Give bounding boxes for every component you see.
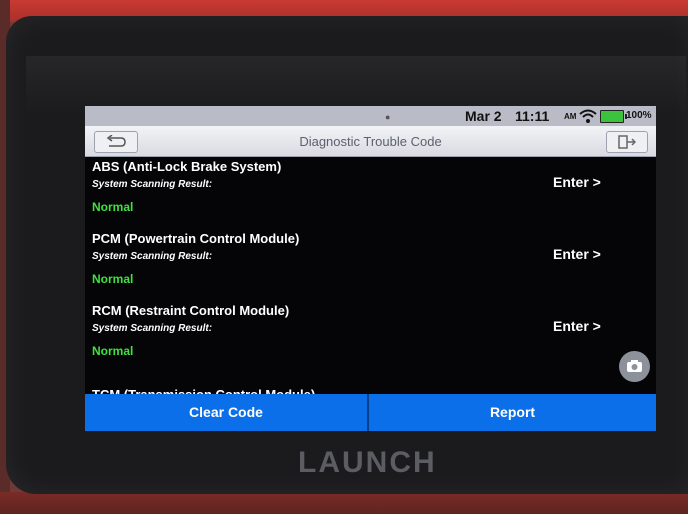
background-surface-bottom	[0, 492, 688, 514]
title-bar: Diagnostic Trouble Code	[85, 126, 656, 157]
status-bar: ● Mar 2 11:11 AM 100%	[85, 106, 656, 126]
clear-code-button[interactable]: Clear Code	[85, 394, 367, 431]
scan-result-status: Normal	[92, 200, 134, 214]
exit-button[interactable]	[606, 131, 648, 153]
list-item: ABS (Anti-Lock Brake System) System Scan…	[85, 157, 656, 229]
action-bar: Clear Code Report	[85, 394, 656, 431]
notification-dot-icon: ●	[385, 112, 391, 122]
page-title: Diagnostic Trouble Code	[299, 134, 442, 149]
scan-result-label: System Scanning Result:	[92, 251, 213, 262]
status-ampm: AM	[564, 112, 577, 121]
battery-icon	[600, 110, 627, 123]
enter-button[interactable]: Enter >	[553, 246, 601, 262]
enter-button[interactable]: Enter >	[553, 318, 601, 334]
scan-result-label: System Scanning Result:	[92, 179, 213, 190]
scan-result-status: Normal	[92, 272, 134, 286]
scan-result-label: System Scanning Result:	[92, 323, 213, 334]
status-date: Mar 2	[465, 108, 502, 124]
system-list: ABS (Anti-Lock Brake System) System Scan…	[85, 157, 656, 398]
system-name: ABS (Anti-Lock Brake System)	[92, 159, 282, 174]
system-name: PCM (Powertrain Control Module)	[92, 231, 300, 246]
list-item: PCM (Powertrain Control Module) System S…	[85, 229, 656, 301]
list-item: RCM (Restraint Control Module) System Sc…	[85, 301, 656, 373]
system-name: RCM (Restraint Control Module)	[92, 303, 290, 318]
status-time: 11:11	[515, 108, 550, 124]
brand-logo: LAUNCH	[298, 446, 437, 479]
scan-result-status: Normal	[92, 344, 134, 358]
status-battery-level: 100%	[626, 110, 652, 121]
screenshot-button[interactable]	[619, 351, 650, 382]
report-button[interactable]: Report	[369, 394, 656, 431]
wifi-icon	[579, 108, 597, 124]
device-screen: ● Mar 2 11:11 AM 100% Diagnostic Trouble…	[85, 106, 656, 431]
exit-icon	[618, 135, 636, 149]
camera-icon	[627, 360, 642, 372]
enter-button[interactable]: Enter >	[553, 174, 601, 190]
